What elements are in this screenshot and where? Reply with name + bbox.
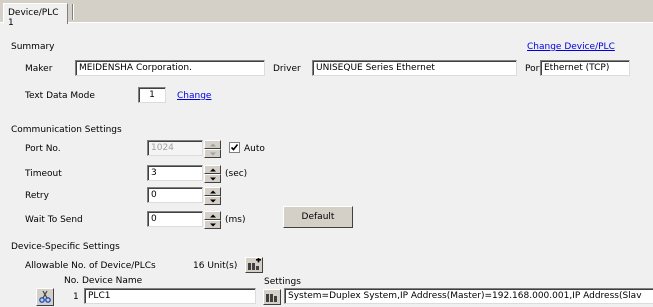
default-button[interactable]: Default bbox=[283, 206, 353, 228]
maker-field: MEIDENSHA Corporation. bbox=[75, 60, 265, 76]
add-device-button[interactable] bbox=[245, 257, 263, 273]
allowable-label: Allowable No. of Device/PLCs bbox=[25, 261, 156, 271]
device-settings-button[interactable] bbox=[263, 289, 281, 305]
spin-down-icon[interactable] bbox=[204, 196, 221, 205]
timeout-spinner[interactable] bbox=[204, 165, 221, 183]
auto-label: Auto bbox=[244, 144, 265, 154]
summary-heading: Summary bbox=[11, 42, 55, 52]
scissors-icon bbox=[39, 290, 51, 303]
column-settings-header: Settings bbox=[264, 277, 301, 287]
retry-spinner[interactable] bbox=[204, 187, 221, 205]
add-device-icon bbox=[248, 258, 261, 270]
wait-to-send-label: Wait To Send bbox=[25, 215, 83, 225]
device-settings-field: System=Duplex System,IP Address(Master)=… bbox=[284, 288, 653, 304]
text-data-mode-field: 1 bbox=[138, 87, 166, 103]
tab-separator bbox=[72, 4, 74, 20]
text-data-mode-change-link[interactable]: Change bbox=[177, 91, 211, 101]
spin-up-icon[interactable] bbox=[204, 165, 221, 174]
delete-device-button[interactable] bbox=[36, 288, 54, 306]
port-field: Ethernet (TCP) bbox=[540, 60, 630, 76]
driver-label: Driver bbox=[273, 64, 301, 74]
auto-checkbox[interactable] bbox=[229, 142, 240, 153]
wait-to-send-spinner[interactable] bbox=[204, 211, 221, 229]
device-name-input[interactable]: PLC1 bbox=[84, 288, 256, 304]
spin-up-icon[interactable] bbox=[204, 211, 221, 220]
wait-to-send-unit: (ms) bbox=[225, 215, 246, 225]
tab-device-plc-1[interactable]: Device/PLC 1 bbox=[3, 3, 68, 28]
spin-up-icon[interactable] bbox=[204, 140, 221, 149]
device-settings-heading: Device-Specific Settings bbox=[11, 242, 120, 252]
row-number: 1 bbox=[73, 292, 79, 302]
maker-label: Maker bbox=[25, 64, 53, 74]
allowable-value: 16 Unit(s) bbox=[193, 261, 238, 271]
spin-up-icon[interactable] bbox=[204, 187, 221, 196]
change-device-link[interactable]: Change Device/PLC bbox=[527, 42, 615, 52]
timeout-unit: (sec) bbox=[225, 169, 248, 179]
comm-settings-heading: Communication Settings bbox=[11, 125, 122, 135]
text-data-mode-label: Text Data Mode bbox=[25, 91, 95, 101]
retry-label: Retry bbox=[25, 191, 49, 201]
wait-to-send-input[interactable]: 0 bbox=[147, 211, 203, 227]
settings-icon bbox=[266, 294, 277, 302]
port-no-input[interactable]: 1024 bbox=[147, 140, 203, 156]
timeout-input[interactable]: 3 bbox=[147, 165, 203, 181]
timeout-label: Timeout bbox=[25, 169, 62, 179]
spin-down-icon[interactable] bbox=[204, 220, 221, 229]
tab-label: Device/PLC 1 bbox=[8, 8, 59, 28]
driver-field: UNISEQUE Series Ethernet bbox=[312, 60, 517, 76]
column-no-header: No. bbox=[64, 276, 79, 286]
retry-input[interactable]: 0 bbox=[147, 187, 203, 203]
spin-down-icon[interactable] bbox=[204, 174, 221, 183]
tab-strip: Device/PLC 1 bbox=[0, 0, 653, 28]
spin-down-icon[interactable] bbox=[204, 149, 221, 158]
check-icon bbox=[230, 144, 239, 151]
port-no-label: Port No. bbox=[25, 144, 61, 154]
column-device-name-header: Device Name bbox=[82, 276, 143, 286]
port-no-spinner[interactable] bbox=[204, 140, 221, 158]
